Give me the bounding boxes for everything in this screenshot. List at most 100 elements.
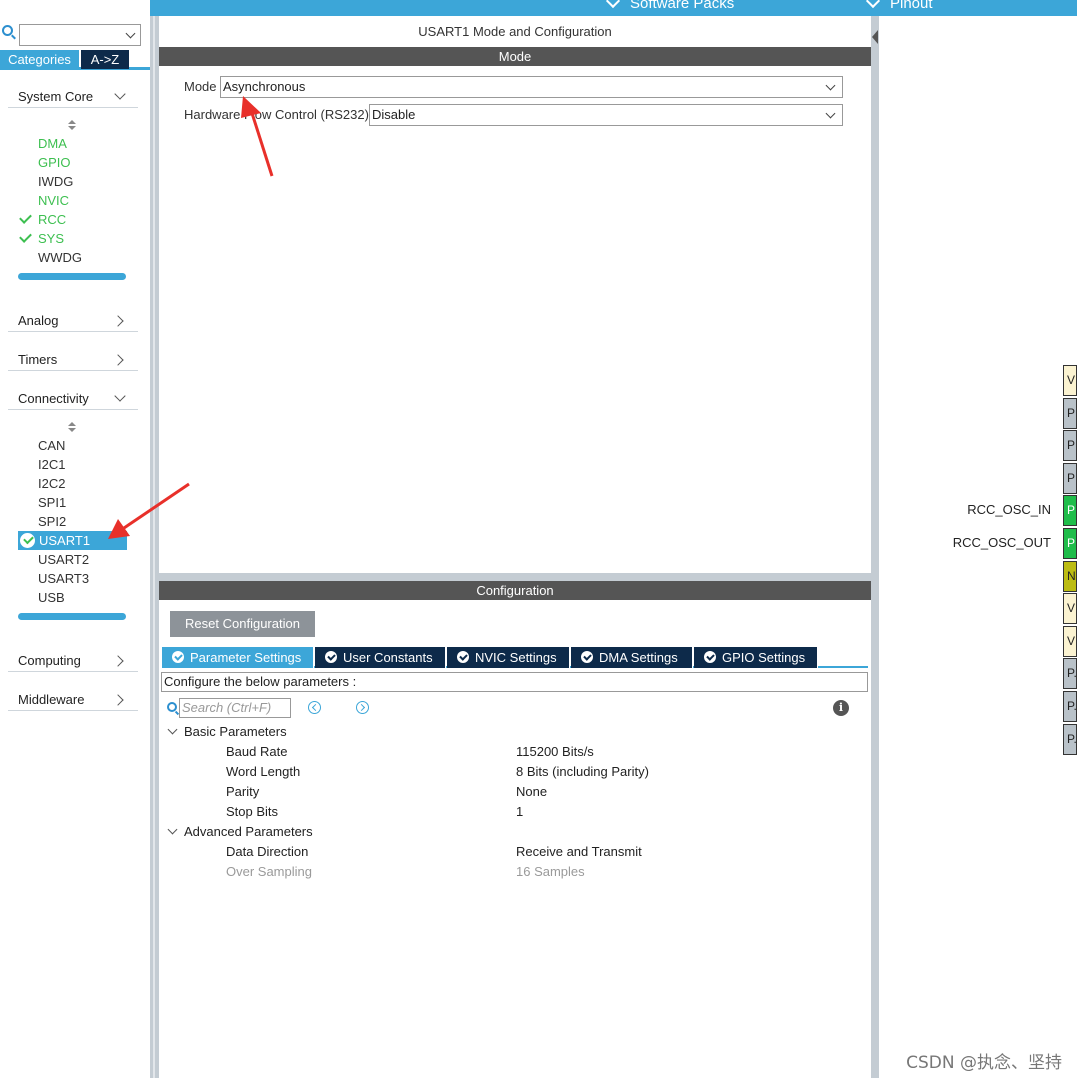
check-icon	[19, 211, 32, 224]
parameter-search-input[interactable]: Search (Ctrl+F)	[179, 698, 291, 718]
sidebar-item-spi2[interactable]: SPI2	[38, 512, 66, 531]
sidebar-item-can[interactable]: CAN	[38, 436, 65, 455]
sidebar-item-i2c2[interactable]: I2C2	[38, 474, 65, 493]
chevron-right-icon	[112, 655, 124, 667]
chip-pin[interactable]: V	[1063, 593, 1077, 625]
configuration-tabs: Parameter Settings User Constants NVIC Set…	[162, 647, 868, 668]
watermark: CSDN @执念、坚持	[906, 1053, 1062, 1073]
sidebar-item-rcc[interactable]: RCC	[38, 210, 66, 229]
category-system-core[interactable]: System Core	[8, 84, 138, 108]
sidebar-item-usart1[interactable]: USART1	[18, 531, 127, 550]
panel-splitter[interactable]	[159, 573, 871, 581]
tab-label: GPIO Settings	[722, 650, 806, 665]
chip-pin[interactable]: P	[1063, 528, 1077, 559]
category-label: Analog	[18, 313, 59, 328]
chip-pin[interactable]: V	[1063, 625, 1077, 657]
software-packs-menu[interactable]: Software Packs	[605, 0, 735, 12]
reset-configuration-button[interactable]: Reset Configuration	[170, 611, 315, 637]
parameter-value[interactable]: 115200 Bits/s	[516, 742, 594, 762]
sidebar-item-gpio[interactable]: GPIO	[38, 153, 71, 172]
sidebar-item-wwdg[interactable]: WWDG	[38, 248, 82, 267]
pinout-menu[interactable]: Pinout	[865, 0, 933, 12]
mode-section-header: Mode	[159, 47, 871, 66]
chevron-down-icon[interactable]	[125, 28, 136, 39]
chip-pin[interactable]: P.	[1063, 723, 1077, 755]
category-analog[interactable]: Analog	[8, 308, 138, 332]
tab-parameter-settings[interactable]: Parameter Settings	[162, 647, 314, 668]
tab-dma-settings[interactable]: DMA Settings	[571, 647, 693, 668]
pin-signal-label: RCC_OSC_IN	[967, 502, 1051, 518]
sort-icon[interactable]	[68, 422, 76, 434]
collapse-arrow-icon[interactable]	[872, 30, 878, 44]
sidebar-item-nvic[interactable]: NVIC	[38, 191, 69, 210]
pin-signal-label: RCC_OSC_OUT	[952, 535, 1051, 550]
sort-icon[interactable]	[68, 120, 76, 132]
chevron-down-icon	[605, 0, 621, 8]
chip-pin[interactable]: N	[1063, 560, 1077, 592]
parameter-value[interactable]: None	[516, 782, 547, 802]
chip-pin[interactable]: P.	[1063, 658, 1077, 690]
sidebar-item-usb[interactable]: USB	[38, 588, 65, 607]
mode-select-value: Asynchronous	[223, 79, 306, 94]
chip-pin[interactable]: P	[1063, 495, 1077, 527]
configure-hint: Configure the below parameters :	[161, 672, 868, 692]
category-connectivity[interactable]: Connectivity	[8, 386, 138, 410]
tab-label: Parameter Settings	[190, 650, 302, 665]
sidebar-item-sys[interactable]: SYS	[38, 229, 64, 248]
flow-control-label: Hardware Flow Control (RS232)	[184, 107, 369, 122]
search-icon[interactable]	[2, 25, 13, 36]
category-label: Computing	[18, 653, 81, 668]
horizontal-scrollbar[interactable]	[18, 273, 126, 280]
parameter-value[interactable]: 1	[516, 802, 523, 822]
category-search-input[interactable]	[19, 24, 141, 46]
software-packs-label: Software Packs	[630, 0, 735, 12]
chip-pin[interactable]: V	[1063, 365, 1077, 396]
sidebar-item-usart3[interactable]: USART3	[38, 569, 89, 588]
panel-splitter[interactable]	[871, 16, 879, 1078]
info-icon[interactable]: i	[833, 700, 849, 716]
tab-categories[interactable]: Categories	[0, 50, 79, 69]
parameter-name[interactable]: Parity	[226, 782, 259, 802]
sidebar-item-label: USART1	[39, 533, 91, 548]
parameter-group[interactable]: Advanced Parameters	[167, 822, 313, 842]
tab-label: User Constants	[343, 650, 433, 665]
parameter-value[interactable]: Receive and Transmit	[516, 842, 642, 862]
flow-control-select[interactable]: Disable	[369, 104, 843, 126]
next-match-icon[interactable]	[356, 701, 369, 714]
parameter-group-label: Advanced Parameters	[184, 824, 313, 839]
chip-pin[interactable]: P	[1063, 462, 1077, 494]
chip-pin[interactable]: P.	[1063, 691, 1077, 722]
category-middleware[interactable]: Middleware	[8, 687, 138, 711]
category-computing[interactable]: Computing	[8, 648, 138, 672]
horizontal-scrollbar[interactable]	[18, 613, 126, 620]
parameter-value[interactable]: 8 Bits (including Parity)	[516, 762, 649, 782]
chip-pin[interactable]: P	[1063, 397, 1077, 429]
sidebar-item-usart2[interactable]: USART2	[38, 550, 89, 569]
sidebar-item-iwdg[interactable]: IWDG	[38, 172, 73, 191]
parameter-name[interactable]: Data Direction	[226, 842, 308, 862]
chevron-down-icon	[167, 824, 178, 835]
parameter-name[interactable]: Word Length	[226, 762, 300, 782]
flow-control-value: Disable	[372, 107, 416, 122]
panel-splitter[interactable]	[150, 16, 159, 1078]
tab-nvic-settings[interactable]: NVIC Settings	[447, 647, 570, 668]
category-timers[interactable]: Timers	[8, 347, 138, 371]
tab-user-constants[interactable]: User Constants	[315, 647, 446, 668]
chevron-down-icon	[825, 80, 836, 91]
tab-gpio-settings[interactable]: GPIO Settings	[694, 647, 818, 668]
parameter-name[interactable]: Baud Rate	[226, 742, 287, 762]
configuration-panel: Configuration Reset Configuration Parame…	[159, 581, 871, 1078]
previous-match-icon[interactable]	[308, 701, 321, 714]
chip-pin[interactable]: P	[1063, 430, 1077, 462]
category-tabs: Categories A->Z	[0, 50, 150, 70]
top-menu-bar: Software Packs Pinout	[150, 0, 1077, 16]
mode-select[interactable]: Asynchronous	[220, 76, 843, 98]
parameter-name[interactable]: Stop Bits	[226, 802, 278, 822]
parameter-group[interactable]: Basic Parameters	[167, 722, 287, 742]
sidebar-item-dma[interactable]: DMA	[38, 134, 67, 153]
search-icon[interactable]	[167, 702, 177, 712]
tab-a-z[interactable]: A->Z	[81, 50, 129, 69]
panel-title: USART1 Mode and Configuration	[418, 24, 612, 39]
sidebar-item-spi1[interactable]: SPI1	[38, 493, 66, 512]
sidebar-item-i2c1[interactable]: I2C1	[38, 455, 65, 474]
